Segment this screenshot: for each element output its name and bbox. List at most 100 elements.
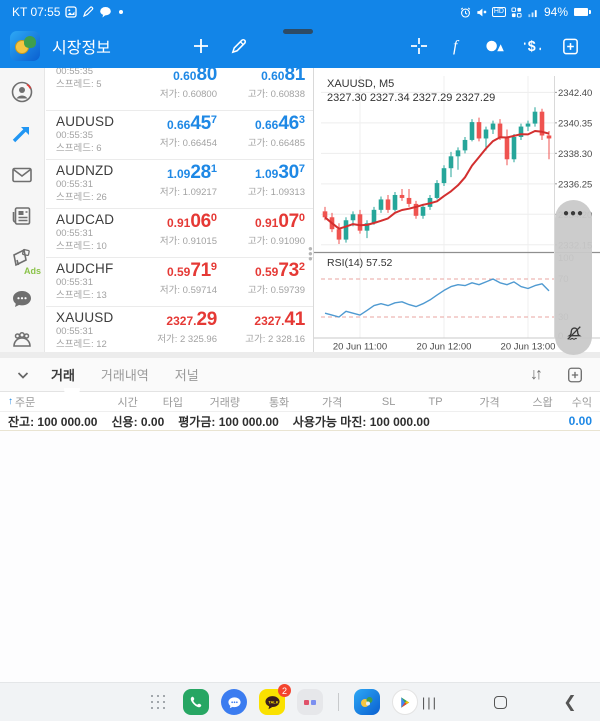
bid-price: 0.6080 <box>148 68 217 88</box>
mute-bell-icon[interactable] <box>565 324 583 347</box>
network-icon <box>511 7 522 18</box>
bid-price: 0.66457 <box>148 113 217 137</box>
gallery-notification-icon <box>65 6 77 18</box>
play-store-app-icon[interactable] <box>392 689 418 715</box>
column-header-8[interactable]: 가격 <box>443 394 500 410</box>
account-summary-row: 잔고: 100 000.00 신용: 0.00 평가금: 100 000.00 … <box>0 412 600 431</box>
low-price: 저가: 2 325.96 <box>148 333 217 346</box>
sidebar-item-trade[interactable] <box>9 121 35 145</box>
new-order-button[interactable] <box>552 29 590 63</box>
tab-2[interactable]: 저널 <box>162 358 212 392</box>
status-bar: KT 07:55 HD 94% <box>0 0 600 24</box>
svg-text:2340.35: 2340.35 <box>558 118 592 129</box>
app-drawer-button[interactable] <box>145 689 171 715</box>
recent-app-pair-icon[interactable] <box>297 689 323 715</box>
column-header-2[interactable]: 타입 <box>138 394 183 410</box>
bid-price: 1.09281 <box>148 162 217 186</box>
quote-time: 00:55:31 <box>56 276 148 289</box>
symbol-name: AUDCHF <box>56 261 148 276</box>
sort-direction-icon: ↑ <box>8 396 13 407</box>
symbol-name: AUDUSD <box>56 114 148 129</box>
carrier-time: KT 07:55 <box>12 5 60 19</box>
free-margin-label: 사용가능 마진: <box>293 415 367 429</box>
kakaotalk-app-icon[interactable]: TALK 2 <box>259 689 285 715</box>
signal-icon <box>527 7 539 18</box>
quote-spread: 스프레드: 26 <box>56 191 148 204</box>
sidebar-item-traders-community[interactable] <box>9 328 35 352</box>
indicators-button[interactable]: f <box>438 29 476 63</box>
column-header-6[interactable]: SL <box>342 396 395 408</box>
svg-text:2327.30 2327.34 2327.29 2327.2: 2327.30 2327.34 2327.29 2327.29 <box>327 92 495 104</box>
bid-price: 2327.29 <box>148 309 217 333</box>
high-price: 고가: 0.59739 <box>217 284 305 297</box>
column-header-5[interactable]: 가격 <box>289 394 342 410</box>
quote-row[interactable]: XAUUSD 00:55:31 스프레드: 12 2327.29 저가: 2 3… <box>46 307 313 352</box>
sidebar-item-news[interactable] <box>9 204 35 228</box>
floating-toolbar-overlay[interactable]: ●●● <box>555 200 592 355</box>
tab-1[interactable]: 거래내역 <box>88 358 162 392</box>
quote-time: 00:55:31 <box>56 325 148 338</box>
quote-spread: 스프레드: 13 <box>56 289 148 302</box>
column-header-7[interactable]: TP <box>395 396 442 408</box>
quote-row[interactable]: AUDCHF 00:55:31 스프레드: 13 0.59719 저가: 0.5… <box>46 258 313 307</box>
low-price: 저가: 0.66454 <box>148 137 217 150</box>
back-nav-button[interactable]: ❮ <box>558 690 582 714</box>
home-nav-button[interactable] <box>488 690 512 714</box>
column-header-0[interactable]: ↑주문 <box>8 394 65 410</box>
tab-0[interactable]: 거래 <box>38 358 88 392</box>
quote-row[interactable]: AUDNZD 00:55:31 스프레드: 26 1.09281 저가: 1.0… <box>46 160 313 209</box>
svg-text:XAUUSD, M5: XAUUSD, M5 <box>327 78 394 90</box>
add-symbol-button[interactable] <box>182 29 220 63</box>
positions-empty-area <box>0 431 600 682</box>
svg-text:2338.30: 2338.30 <box>558 149 592 160</box>
symbol-name: AUDCAD <box>56 212 148 227</box>
quote-row[interactable]: AUDUSD 00:55:35 스프레드: 6 0.66457 저가: 0.66… <box>46 111 313 160</box>
kakaotalk-notification-icon <box>99 6 112 18</box>
taskbar-separator <box>338 693 339 711</box>
quote-time: 00:55:35 <box>56 68 148 78</box>
low-price: 저가: 1.09217 <box>148 186 217 199</box>
system-taskbar: TALK 2 ||| ❮ <box>0 682 600 721</box>
column-header-3[interactable]: 거래량 <box>183 394 240 410</box>
phone-app-icon[interactable] <box>183 689 209 715</box>
trade-tab-bar: 거래거래내역저널 ↓↑ <box>0 358 600 392</box>
recents-nav-button[interactable]: ||| <box>418 690 442 714</box>
high-price: 고가: 2 328.16 <box>217 333 305 346</box>
objects-button[interactable] <box>476 29 514 63</box>
orders-header: ↑주문시간타입거래량통화가격SLTP가격스왑수익 <box>0 392 600 412</box>
svg-text:2342.40: 2342.40 <box>558 88 592 99</box>
svg-text:TALK: TALK <box>268 699 278 704</box>
market-watch-area: Ads 00:55:35 스프레드: 5 0.6080 저가: 0.60800 … <box>0 68 600 352</box>
edit-symbols-button[interactable] <box>220 29 258 63</box>
quote-spread: 스프레드: 5 <box>56 78 148 91</box>
mt5-taskbar-icon[interactable] <box>354 689 380 715</box>
sort-button[interactable]: ↓↑ <box>518 360 552 390</box>
trade-dollar-button[interactable]: $ <box>514 29 552 63</box>
front-camera-cutout <box>283 29 313 34</box>
quote-time: 00:55:31 <box>56 178 148 191</box>
svg-text:RSI(14) 57.52: RSI(14) 57.52 <box>327 257 393 269</box>
total-profit-value: 0.00 <box>569 414 592 428</box>
notification-dot <box>119 10 123 14</box>
symbol-name: XAUUSD <box>56 310 148 325</box>
quote-time: 00:55:31 <box>56 227 148 240</box>
crosshair-button[interactable] <box>400 29 438 63</box>
ask-price: 0.6081 <box>217 68 305 88</box>
quote-row[interactable]: 00:55:35 스프레드: 5 0.6080 저가: 0.60800 0.60… <box>46 68 313 111</box>
messages-app-icon[interactable] <box>221 689 247 715</box>
sidebar-item-chat[interactable] <box>9 286 35 310</box>
left-sidebar: Ads <box>0 68 45 352</box>
new-order-panel-button[interactable] <box>558 360 592 390</box>
high-price: 고가: 0.60838 <box>217 88 305 101</box>
sidebar-item-ads[interactable]: Ads <box>9 245 35 269</box>
more-options-icon[interactable]: ●●● <box>563 210 584 218</box>
sidebar-item-account[interactable] <box>9 80 35 104</box>
collapse-panel-button[interactable] <box>8 360 38 390</box>
column-header-9[interactable]: 스왑 <box>500 394 553 410</box>
sidebar-item-mailbox[interactable] <box>9 163 35 187</box>
column-header-10[interactable]: 수익 <box>553 394 592 410</box>
quote-row[interactable]: AUDCAD 00:55:31 스프레드: 10 0.91060 저가: 0.9… <box>46 209 313 258</box>
mt5-app-logo[interactable] <box>10 31 40 61</box>
column-header-4[interactable]: 통화 <box>240 394 289 410</box>
quote-spread: 스프레드: 12 <box>56 338 148 351</box>
